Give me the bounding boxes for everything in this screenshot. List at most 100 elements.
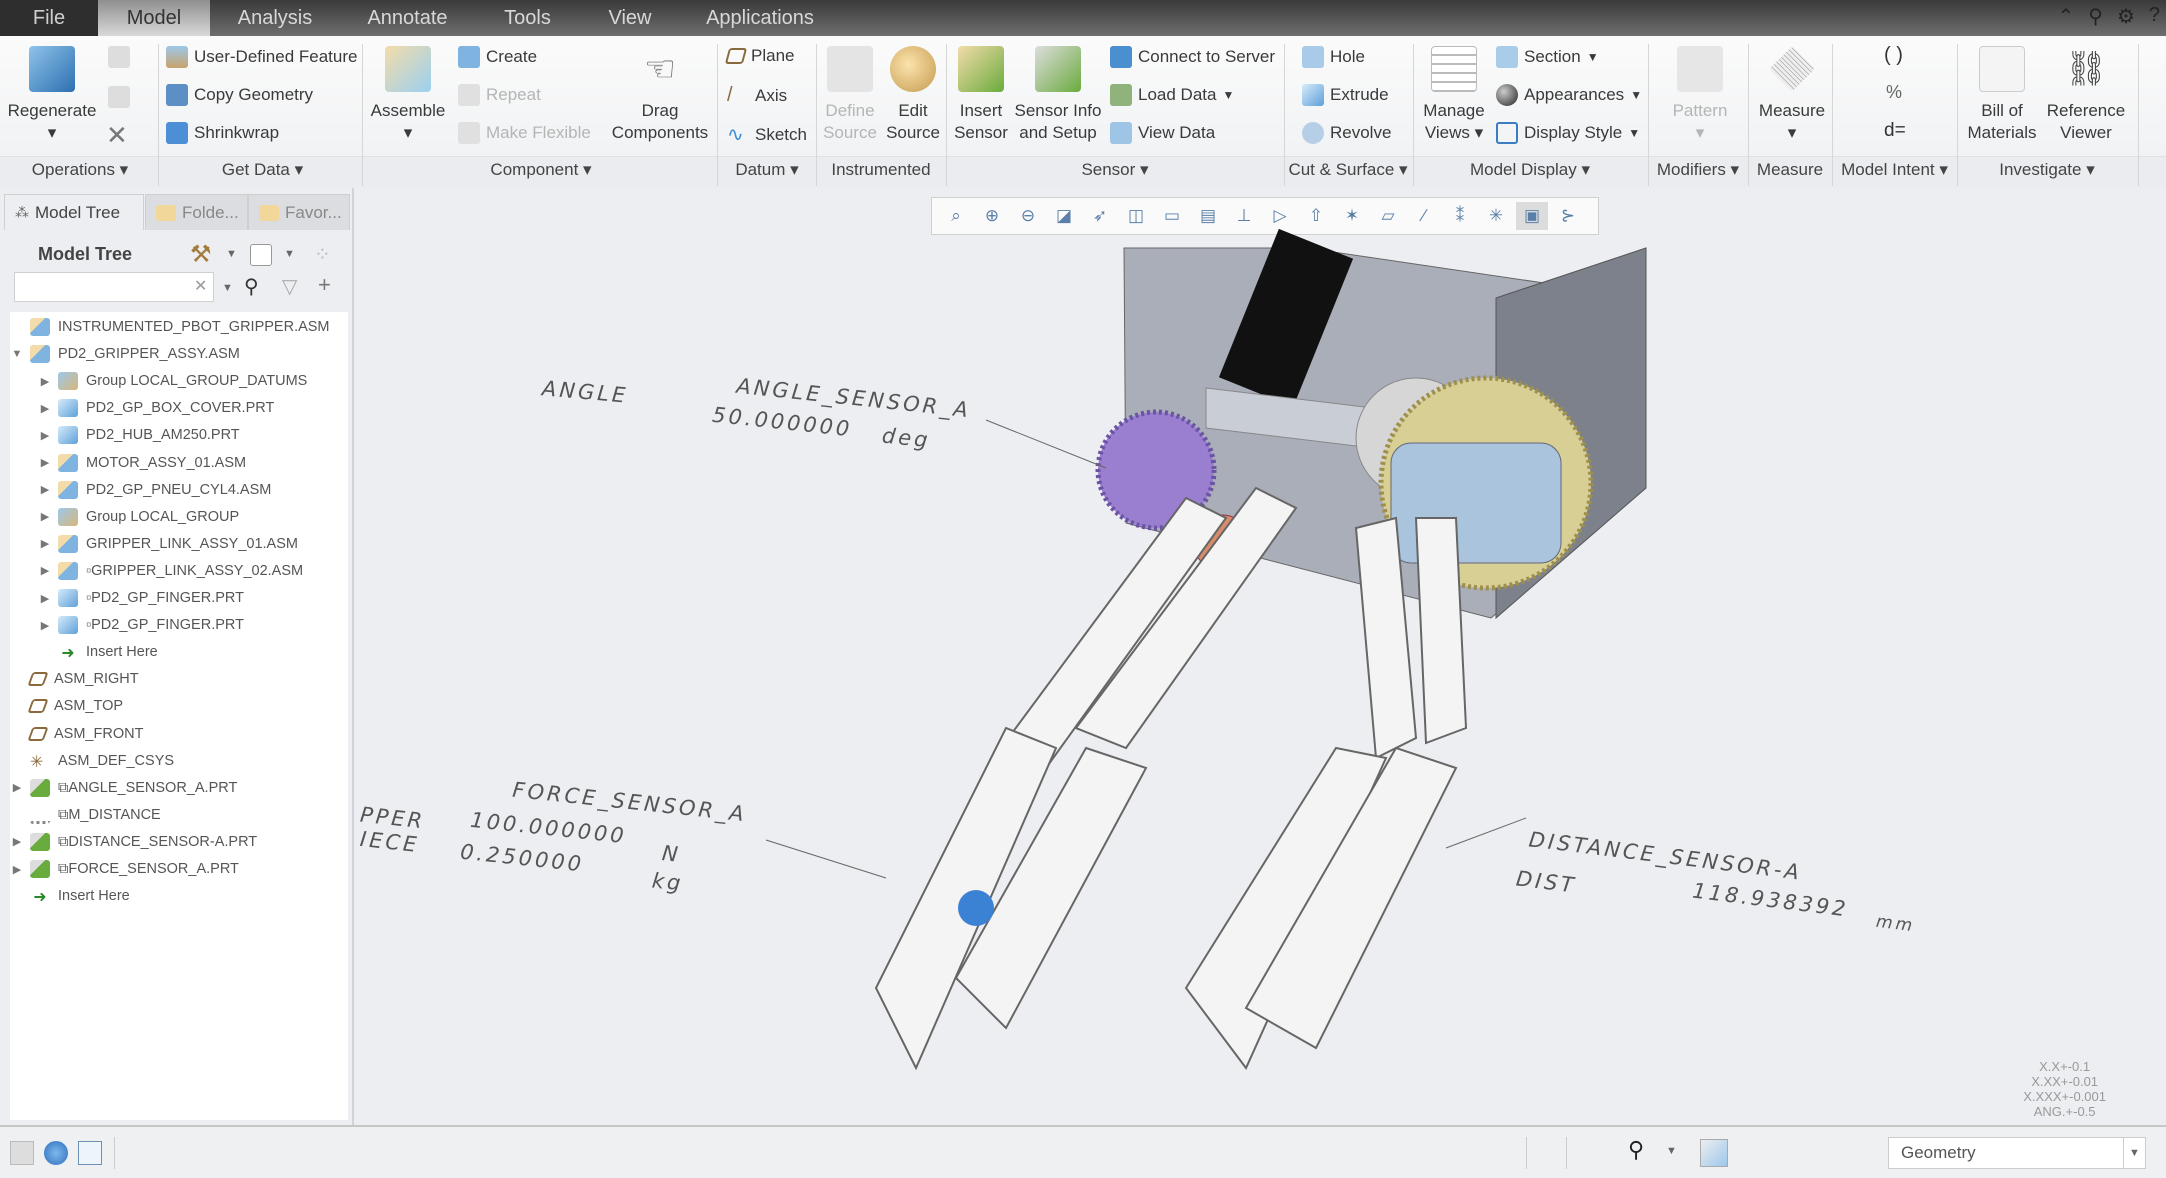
tree-item[interactable]: ASM_RIGHT <box>10 666 139 692</box>
make-flexible-button[interactable]: Make Flexible <box>458 122 591 144</box>
load-data-button[interactable]: Load Data ▼ <box>1110 84 1234 106</box>
tree-item[interactable]: ▶ MOTOR_ASSY_01.ASM <box>38 450 246 476</box>
assemble-button[interactable]: Assemble ▾ <box>368 46 448 144</box>
reference-viewer-button[interactable]: ⛓ Reference Viewer <box>2044 46 2128 144</box>
display-style-button[interactable]: Display Style ▼ <box>1496 122 1640 144</box>
settings-icon[interactable]: ⚙ <box>2117 4 2135 29</box>
plane-button[interactable]: Plane <box>724 46 794 66</box>
tree-settings-icon[interactable]: ⚒ <box>190 240 212 269</box>
browser-icon[interactable] <box>44 1141 68 1165</box>
tab-model[interactable]: Model <box>98 0 210 36</box>
expand-arrow-icon[interactable]: ▶ <box>38 537 52 550</box>
tree-columns-icon[interactable]: ⁘ <box>314 242 331 267</box>
collapse-ribbon-icon[interactable]: ⌃ <box>2058 4 2075 29</box>
tree-item[interactable]: ▶ Group LOCAL_GROUP <box>38 504 239 530</box>
expand-arrow-icon[interactable]: ▶ <box>38 619 52 632</box>
tree-item[interactable]: ▶ GRIPPER_LINK_ASSY_01.ASM <box>38 531 298 557</box>
edit-source-button[interactable]: Edit Source <box>882 46 944 144</box>
gripper-model[interactable] <box>356 188 2166 1125</box>
group-get-data[interactable]: Get Data ▾ <box>160 160 365 180</box>
tab-tools[interactable]: Tools <box>475 0 580 36</box>
define-source-button[interactable]: Define Source <box>820 46 880 144</box>
chevron-down-icon[interactable]: ▼ <box>222 282 233 294</box>
expand-arrow-icon[interactable]: ▶ <box>38 375 52 388</box>
extrude-button[interactable]: Extrude <box>1302 84 1389 106</box>
tab-applications[interactable]: Applications <box>680 0 840 36</box>
group-datum[interactable]: Datum ▾ <box>717 160 817 180</box>
tree-item[interactable]: ▶ ▫PD2_GP_FINGER.PRT <box>38 612 244 638</box>
tree-item[interactable]: ▶ PD2_HUB_AM250.PRT <box>38 422 240 448</box>
smart-select-icon[interactable] <box>1700 1139 1728 1167</box>
create-button[interactable]: Create <box>458 46 537 68</box>
delete-icon[interactable]: ✕ <box>106 120 128 151</box>
view-data-button[interactable]: View Data <box>1110 122 1215 144</box>
tree-item[interactable]: ▶ PD2_GP_PNEU_CYL4.ASM <box>38 477 271 503</box>
tree-item[interactable]: ▶ ⧉ANGLE_SENSOR_A.PRT <box>10 775 237 801</box>
shrinkwrap-button[interactable]: Shrinkwrap <box>166 122 279 144</box>
tree-item[interactable]: ASM_FRONT <box>10 721 143 747</box>
group-sensor[interactable]: Sensor ▾ <box>946 160 1284 180</box>
group-investigate[interactable]: Investigate ▾ <box>1957 160 2137 180</box>
tree-item[interactable]: ➜ Insert Here <box>10 883 129 909</box>
tree-search-input[interactable] <box>14 272 214 302</box>
manage-views-button[interactable]: Manage Views ▾ <box>1418 46 1490 144</box>
collapse-arrow-icon[interactable]: ▼ <box>10 348 24 360</box>
binoculars-icon[interactable]: ⚲ <box>244 274 259 299</box>
tab-favorites[interactable]: Favor... <box>248 194 350 230</box>
tree-item[interactable]: ASM_TOP <box>10 693 123 719</box>
user-defined-feature-button[interactable]: User-Defined Feature <box>166 46 357 68</box>
tab-analysis[interactable]: Analysis <box>210 0 340 36</box>
group-model-display[interactable]: Model Display ▾ <box>1413 160 1647 180</box>
sensor-info-button[interactable]: Sensor Info and Setup <box>1014 46 1102 144</box>
connect-to-server-button[interactable]: Connect to Server <box>1110 46 1275 68</box>
group-operations[interactable]: Operations ▾ <box>0 160 160 180</box>
expand-arrow-icon[interactable]: ▶ <box>38 592 52 605</box>
repeat-button[interactable]: Repeat <box>458 84 541 106</box>
tree-item[interactable]: ➜ Insert Here <box>38 639 157 665</box>
bill-of-materials-button[interactable]: Bill of Materials <box>1962 46 2042 144</box>
family-table-icon[interactable]: % <box>1886 82 1902 103</box>
search-icon[interactable]: ⚲ <box>2088 4 2103 29</box>
find-binoculars-icon[interactable]: ⚲ <box>1628 1137 1644 1163</box>
group-model-intent[interactable]: Model Intent ▾ <box>1832 160 1957 180</box>
expand-arrow-icon[interactable]: ▶ <box>38 429 52 442</box>
tree-item[interactable]: ▶ ⧉FORCE_SENSOR_A.PRT <box>10 856 239 882</box>
tab-annotate[interactable]: Annotate <box>340 0 475 36</box>
paste-icon[interactable] <box>108 86 130 108</box>
group-component[interactable]: Component ▾ <box>365 160 717 180</box>
appearances-button[interactable]: Appearances ▼ <box>1496 84 1642 106</box>
selection-filter-dropdown[interactable]: Geometry ▼ <box>1888 1137 2146 1169</box>
toggle-navigator-icon[interactable] <box>10 1141 34 1165</box>
group-modifiers[interactable]: Modifiers ▾ <box>1648 160 1748 180</box>
tab-file[interactable]: File <box>0 0 98 36</box>
filter-icon[interactable]: ▽ <box>282 274 297 299</box>
measure-button[interactable]: Measure ▾ <box>1752 46 1832 144</box>
chevron-down-icon[interactable]: ▼ <box>284 248 295 260</box>
copy-geometry-button[interactable]: Copy Geometry <box>166 84 313 106</box>
tree-item[interactable]: ▼ PD2_GRIPPER_ASSY.ASM <box>10 341 240 367</box>
full-screen-icon[interactable] <box>78 1141 102 1165</box>
revolve-button[interactable]: Revolve <box>1302 122 1391 144</box>
hole-button[interactable]: Hole <box>1302 46 1365 68</box>
tree-item[interactable]: ▶ ▫PD2_GP_FINGER.PRT <box>38 585 244 611</box>
tree-item[interactable]: ⧉M_DISTANCE <box>10 802 161 828</box>
expand-arrow-icon[interactable]: ▶ <box>10 835 24 848</box>
tree-item[interactable]: ▶ ⧉DISTANCE_SENSOR-A.PRT <box>10 829 257 855</box>
tree-item[interactable]: INSTRUMENTED_PBOT_GRIPPER.ASM <box>10 314 330 340</box>
drag-components-button[interactable]: ☜ Drag Components <box>608 46 712 144</box>
insert-sensor-button[interactable]: Insert Sensor <box>950 46 1012 144</box>
chevron-down-icon[interactable]: ▼ <box>226 248 237 260</box>
tree-item[interactable]: ▶ PD2_GP_BOX_COVER.PRT <box>38 395 274 421</box>
relations-icon[interactable]: d= <box>1884 120 1906 142</box>
tab-folder-browser[interactable]: Folde... <box>145 194 248 230</box>
expand-arrow-icon[interactable]: ▶ <box>10 863 24 876</box>
tab-view[interactable]: View <box>580 0 680 36</box>
section-button[interactable]: Section ▼ <box>1496 46 1599 68</box>
tree-item[interactable]: ▶ ▫GRIPPER_LINK_ASSY_02.ASM <box>38 558 303 584</box>
clear-search-icon[interactable]: ✕ <box>194 276 207 296</box>
parameters-icon[interactable]: ( ) <box>1884 44 1903 67</box>
expand-arrow-icon[interactable]: ▶ <box>38 456 52 469</box>
sketch-button[interactable]: ∿ Sketch <box>727 122 807 147</box>
expand-arrow-icon[interactable]: ▶ <box>38 402 52 415</box>
group-cut-surface[interactable]: Cut & Surface ▾ <box>1284 160 1412 180</box>
